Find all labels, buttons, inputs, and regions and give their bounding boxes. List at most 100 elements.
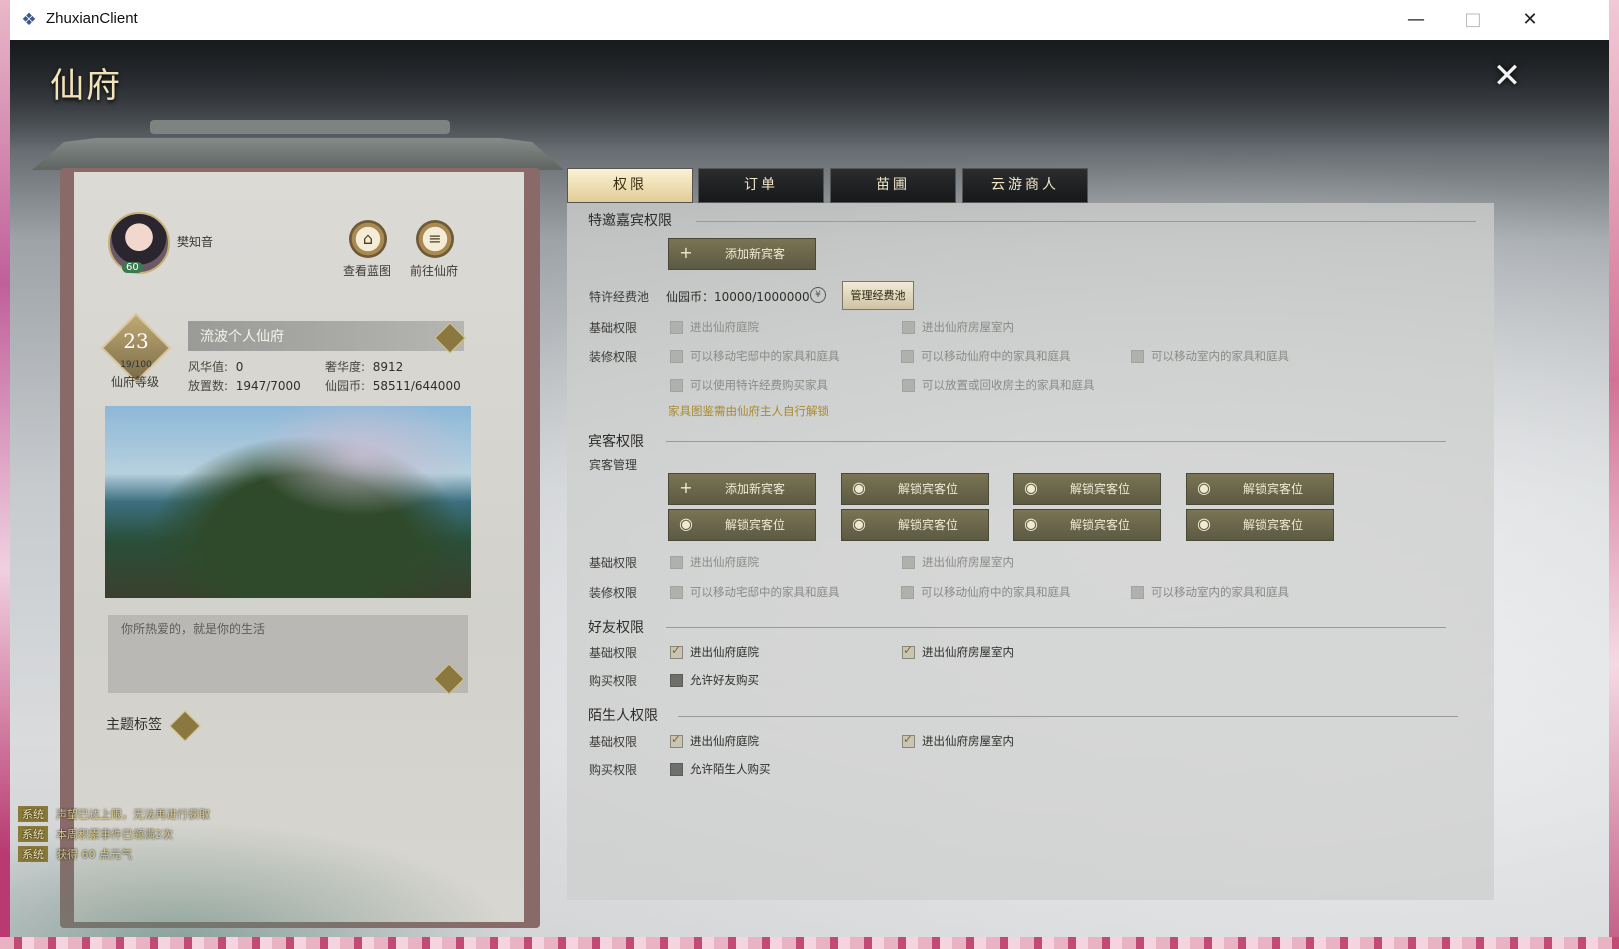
motto-text: 你所热爱的，就是你的生活 xyxy=(121,622,266,636)
plus-icon: + xyxy=(679,478,693,497)
buy-perm-label: 购买权限 xyxy=(589,763,638,777)
goto-home-icon[interactable]: ≡ xyxy=(416,220,454,258)
note-text: 家具图鉴需由仙府主人自行解锁 xyxy=(668,404,829,418)
checkbox[interactable] xyxy=(670,350,683,363)
basic-perm-label: 基础权限 xyxy=(589,321,638,335)
fenghua-stat: 风华值: 0 xyxy=(188,360,244,374)
stranger-title: 陌生人权限 xyxy=(588,708,658,724)
checkbox[interactable] xyxy=(902,379,915,392)
perm-option-label: 进出仙府庭院 xyxy=(690,320,759,334)
checkbox[interactable] xyxy=(670,586,683,599)
perm-option-label: 进出仙府房屋室内 xyxy=(922,734,1014,748)
manage-pool-button[interactable]: 管理经费池 xyxy=(842,281,914,310)
unlock-slot-button[interactable]: ◉ 解锁宾客位 xyxy=(841,509,989,541)
lock-icon: ◉ xyxy=(852,514,866,533)
unlock-slot-button[interactable]: ◉ 解锁宾客位 xyxy=(1186,473,1334,505)
friend-title: 好友权限 xyxy=(588,620,644,636)
unlock-slot-button[interactable]: ◉ 解锁宾客位 xyxy=(1186,509,1334,541)
decor-perm-label: 装修权限 xyxy=(589,586,638,600)
coins-stat: 仙园币: 58511/644000 xyxy=(325,379,461,393)
avatar-level-badge: 60 xyxy=(122,262,143,273)
perm-option-label: 可以移动仙府中的家具和庭具 xyxy=(921,349,1071,363)
perm-option-label: 进出仙府庭院 xyxy=(690,734,759,748)
roof-ornament xyxy=(150,120,450,134)
theme-tag-label: 主题标签 xyxy=(106,717,162,733)
add-guest-button[interactable]: + 添加新宾客 xyxy=(668,473,816,505)
perm-option-label: 进出仙府房屋室内 xyxy=(922,645,1014,659)
player-name: 樊知音 xyxy=(177,235,214,249)
checkbox[interactable] xyxy=(670,556,683,569)
tab-permissions[interactable]: 权限 xyxy=(567,168,693,203)
perm-option-label: 进出仙府庭院 xyxy=(690,555,759,569)
window-title: ZhuxianClient xyxy=(46,10,138,27)
system-message: 系统 声望已达上限，无法再进行获取 xyxy=(18,806,210,822)
checkbox[interactable] xyxy=(670,732,683,748)
maximize-button[interactable]: □ xyxy=(1453,8,1493,32)
lock-icon: ◉ xyxy=(1197,478,1211,497)
perm-option-label: 可以移动宅邸中的家具和庭具 xyxy=(690,349,840,363)
checkbox[interactable] xyxy=(670,321,683,334)
blueprint-button-label[interactable]: 查看蓝图 xyxy=(343,262,391,279)
perm-option-label: 可以移动宅邸中的家具和庭具 xyxy=(690,585,840,599)
pool-value: 仙园币：10000/1000000 xyxy=(666,290,810,304)
close-panel-icon[interactable]: ✕ xyxy=(1487,56,1527,96)
special-guest-title: 特邀嘉宾权限 xyxy=(588,213,672,229)
close-window-button[interactable]: ✕ xyxy=(1510,8,1550,32)
checkbox[interactable] xyxy=(670,763,683,776)
lock-icon: ◉ xyxy=(679,514,693,533)
checkbox[interactable] xyxy=(901,350,914,363)
section-divider xyxy=(666,627,1446,628)
checkbox[interactable] xyxy=(902,556,915,569)
desktop-left-edge xyxy=(0,0,10,949)
system-message: 系统 获得 60 点元气 xyxy=(18,846,132,862)
house-name: 流波个人仙府 xyxy=(200,329,284,345)
coin-icon: ¥ xyxy=(810,287,826,303)
lock-icon: ◉ xyxy=(1024,514,1038,533)
placed-stat: 放置数: 1947/7000 xyxy=(188,379,301,393)
unlock-slot-button[interactable]: ◉ 解锁宾客位 xyxy=(1013,509,1161,541)
checkbox[interactable] xyxy=(902,643,915,659)
unlock-slot-button[interactable]: ◉ 解锁宾客位 xyxy=(668,509,816,541)
checkbox[interactable] xyxy=(670,674,683,687)
desktop-right-edge xyxy=(1609,0,1619,949)
house-level-progress: 19/100 xyxy=(120,360,152,370)
section-divider xyxy=(678,716,1458,717)
house-level-label: 仙府等级 xyxy=(110,375,159,389)
checkbox[interactable] xyxy=(902,321,915,334)
perm-option-label: 进出仙府房屋室内 xyxy=(922,555,1014,569)
checkbox[interactable] xyxy=(670,379,683,392)
house-level-number: 23 xyxy=(123,329,149,353)
perm-option-label: 可以使用特许经费购买家具 xyxy=(690,378,828,392)
perm-option-label: 允许陌生人购买 xyxy=(690,762,771,776)
tab-merchant[interactable]: 云游商人 xyxy=(962,168,1088,203)
section-divider xyxy=(696,221,1476,222)
checkbox[interactable] xyxy=(902,732,915,748)
perm-option-label: 可以移动室内的家具和庭具 xyxy=(1151,585,1289,599)
lock-icon: ◉ xyxy=(1197,514,1211,533)
perm-option-label: 进出仙府房屋室内 xyxy=(922,320,1014,334)
perm-option-label: 可以移动仙府中的家具和庭具 xyxy=(921,585,1071,599)
title-bar: ❖ ZhuxianClient — □ ✕ xyxy=(10,0,1609,41)
checkbox[interactable] xyxy=(670,643,683,659)
basic-perm-label: 基础权限 xyxy=(589,556,638,570)
unlock-slot-button[interactable]: ◉ 解锁宾客位 xyxy=(1013,473,1161,505)
tab-orders[interactable]: 订单 xyxy=(698,168,824,203)
unlock-slot-button[interactable]: ◉ 解锁宾客位 xyxy=(841,473,989,505)
desktop-bottom-edge xyxy=(0,937,1619,949)
tab-nursery[interactable]: 苗圃 xyxy=(830,168,956,203)
page-title: 仙府 xyxy=(50,66,122,106)
guest-manage-label: 宾客管理 xyxy=(589,458,638,472)
basic-perm-label: 基础权限 xyxy=(589,646,638,660)
plus-icon: + xyxy=(679,243,693,262)
checkbox[interactable] xyxy=(1131,586,1144,599)
lock-icon: ◉ xyxy=(1024,478,1038,497)
permissions-panel xyxy=(567,203,1494,900)
perm-option-label: 进出仙府庭院 xyxy=(690,645,759,659)
add-special-guest-button[interactable]: + 添加新宾客 xyxy=(668,238,816,270)
blueprint-icon[interactable]: ⌂ xyxy=(349,220,387,258)
goto-home-button-label[interactable]: 前往仙府 xyxy=(410,262,458,279)
minimize-button[interactable]: — xyxy=(1396,8,1436,32)
checkbox[interactable] xyxy=(1131,350,1144,363)
decor-perm-label: 装修权限 xyxy=(589,350,638,364)
checkbox[interactable] xyxy=(901,586,914,599)
